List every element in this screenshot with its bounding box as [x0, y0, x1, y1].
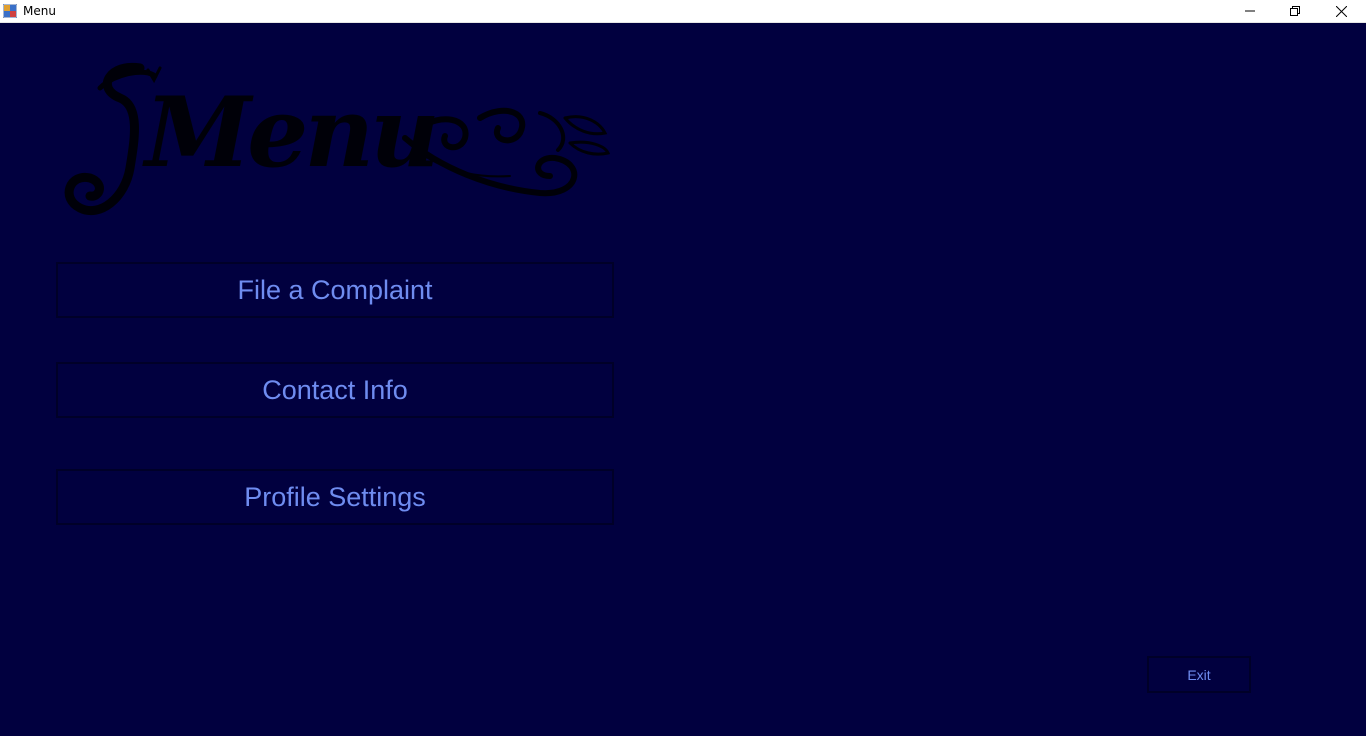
exit-button[interactable]: Exit: [1147, 656, 1251, 693]
file-complaint-button[interactable]: File a Complaint: [56, 262, 614, 318]
contact-info-button[interactable]: Contact Info: [56, 362, 614, 418]
close-button[interactable]: [1318, 0, 1364, 22]
close-icon: [1335, 5, 1347, 17]
profile-settings-button[interactable]: Profile Settings: [56, 469, 614, 525]
minimize-icon: [1245, 10, 1255, 12]
exit-label: Exit: [1187, 666, 1211, 683]
file-complaint-label: File a Complaint: [237, 274, 433, 305]
menu-window: Menu Menu File a Complaint Contact Info …: [0, 0, 1366, 736]
contact-info-label: Contact Info: [262, 374, 408, 405]
app-icon: [3, 4, 17, 18]
menu-logo: Menu: [64, 62, 611, 216]
profile-settings-label: Profile Settings: [244, 481, 426, 512]
restore-icon: [1290, 6, 1300, 16]
minimize-button[interactable]: [1227, 0, 1273, 22]
logo-text: Menu: [142, 76, 436, 189]
title-bar[interactable]: Menu: [0, 0, 1366, 23]
window-title: Menu: [23, 4, 56, 18]
maximize-button[interactable]: [1272, 0, 1318, 22]
